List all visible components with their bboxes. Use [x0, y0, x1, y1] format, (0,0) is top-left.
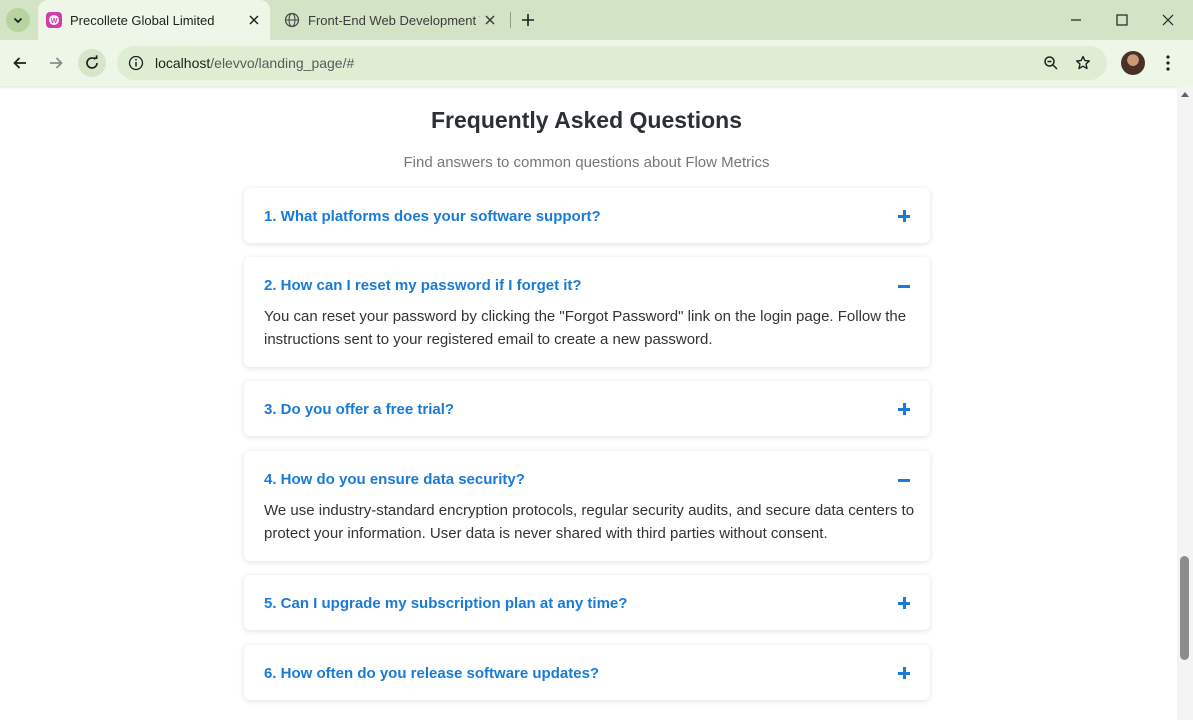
tab-strip: W Precollete Global Limited Front-End We…: [0, 0, 1193, 40]
tab-active[interactable]: W Precollete Global Limited: [38, 0, 270, 40]
vertical-scrollbar[interactable]: [1177, 86, 1193, 720]
faq-item[interactable]: 3. Do you offer a free trial?: [244, 381, 930, 436]
forward-button[interactable]: [42, 49, 70, 77]
plus-icon[interactable]: [898, 667, 910, 679]
faq-item[interactable]: 5. Can I upgrade my subscription plan at…: [244, 575, 930, 630]
minimize-icon: [1071, 19, 1081, 21]
plus-icon[interactable]: [898, 210, 910, 222]
page-viewport: Frequently Asked Questions Find answers …: [0, 86, 1193, 720]
chevron-down-icon: [13, 17, 23, 24]
arrow-right-icon: [50, 57, 63, 69]
faq-question[interactable]: 6. How often do you release software upd…: [264, 665, 599, 682]
faq-question[interactable]: 2. How can I reset my password if I forg…: [264, 277, 582, 294]
scrollbar-thumb[interactable]: [1180, 556, 1189, 660]
maximize-icon: [1116, 14, 1128, 26]
close-icon: [1162, 14, 1174, 26]
reload-button[interactable]: [78, 49, 106, 77]
plus-icon[interactable]: [898, 597, 910, 609]
plus-icon: [522, 14, 534, 26]
arrow-left-icon: [13, 57, 26, 69]
tab-close-button[interactable]: [244, 10, 264, 30]
toolbar-shadow: [0, 86, 1177, 90]
back-button[interactable]: [6, 49, 34, 77]
browser-toolbar: localhost/elevvo/landing_page/#: [0, 40, 1193, 86]
url-path: /elevvo/landing_page/#: [210, 55, 355, 71]
tab-search-button[interactable]: [6, 8, 30, 32]
faq-question[interactable]: 1. What platforms does your software sup…: [264, 208, 601, 225]
faq-answer: We use industry-standard encryption prot…: [264, 502, 915, 542]
faq-question[interactable]: 3. Do you offer a free trial?: [264, 401, 454, 418]
tab-title: Precollete Global Limited: [70, 12, 215, 28]
browser-menu-button[interactable]: [1158, 51, 1178, 75]
tab-close-button[interactable]: [480, 10, 500, 30]
minimize-button[interactable]: [1053, 0, 1099, 40]
globe-icon: [284, 12, 300, 28]
faq-item[interactable]: 1. What platforms does your software sup…: [244, 188, 930, 243]
site-info-icon[interactable]: [125, 52, 147, 74]
svg-text:W: W: [51, 18, 58, 25]
faq-item[interactable]: 2. How can I reset my password if I forg…: [244, 257, 930, 367]
minus-icon[interactable]: [898, 473, 910, 485]
plus-icon[interactable]: [898, 403, 910, 415]
tab-inactive[interactable]: Front-End Web Development Ta: [278, 0, 506, 40]
faq-title: Frequently Asked Questions: [431, 107, 742, 133]
reload-icon: [86, 55, 98, 69]
close-icon: [485, 15, 495, 25]
url-text: localhost/elevvo/landing_page/#: [155, 55, 354, 71]
minus-icon[interactable]: [898, 279, 910, 291]
address-bar[interactable]: localhost/elevvo/landing_page/#: [117, 46, 1107, 80]
faq-item[interactable]: 4. How do you ensure data security? We u…: [244, 451, 930, 561]
faq-answer: You can reset your password by clicking …: [264, 308, 907, 348]
new-tab-button[interactable]: [516, 8, 540, 32]
faq-subtitle: Find answers to common questions about F…: [403, 154, 770, 171]
tab-title: Front-End Web Development Ta: [308, 12, 480, 28]
bookmark-star-icon[interactable]: [1072, 52, 1094, 74]
maximize-button[interactable]: [1099, 0, 1145, 40]
faq-question[interactable]: 5. Can I upgrade my subscription plan at…: [264, 595, 627, 612]
wamp-favicon-icon: W: [46, 12, 62, 28]
faq-question[interactable]: 4. How do you ensure data security?: [264, 471, 525, 488]
window-close-button[interactable]: [1145, 0, 1191, 40]
zoom-icon[interactable]: [1040, 52, 1062, 74]
url-host: localhost: [155, 55, 211, 71]
faq-item[interactable]: 6. How often do you release software upd…: [244, 645, 930, 700]
profile-avatar[interactable]: [1121, 51, 1145, 75]
scroll-up-arrow-icon[interactable]: [1181, 92, 1189, 97]
more-vert-icon: [1166, 55, 1170, 71]
tab-separator: [510, 12, 511, 28]
close-icon: [249, 15, 259, 25]
